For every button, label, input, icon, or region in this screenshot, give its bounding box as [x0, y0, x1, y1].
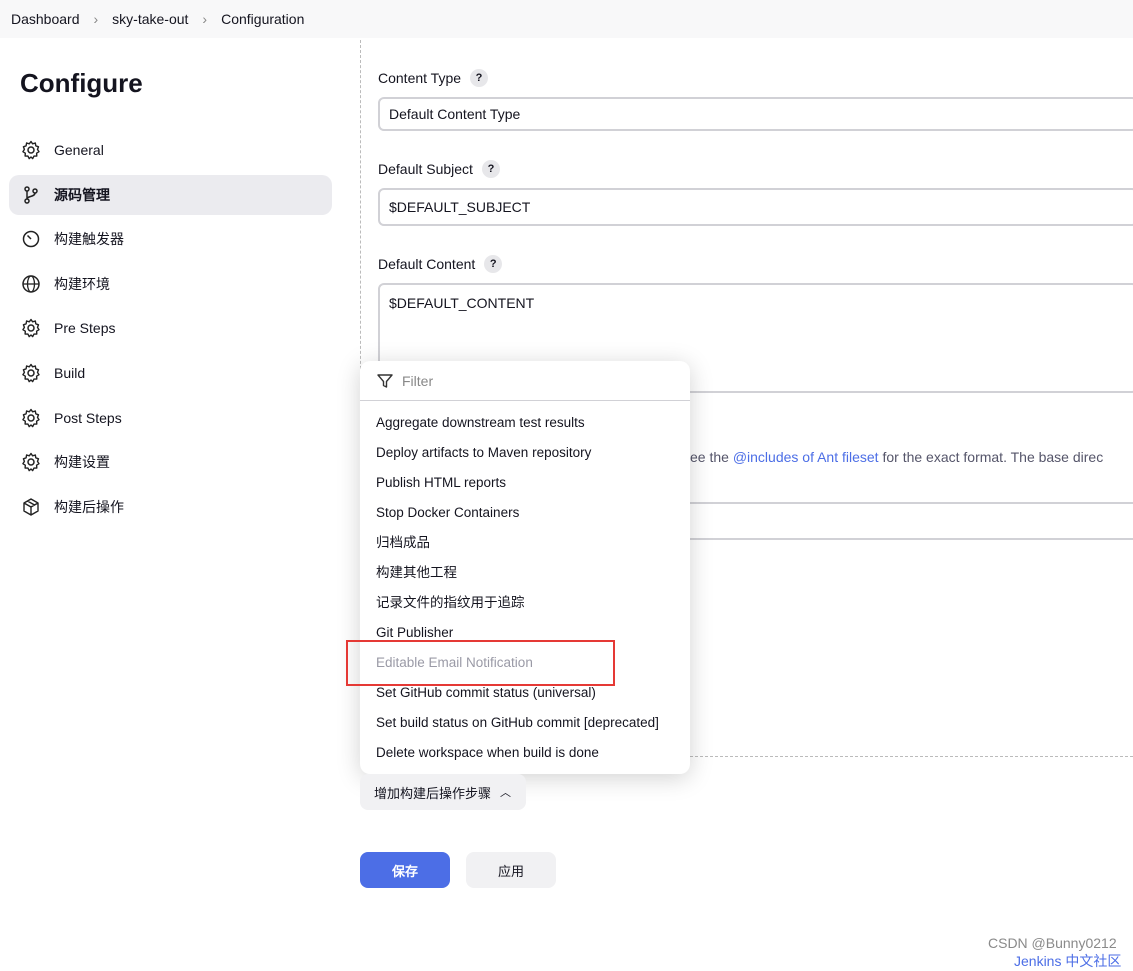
- branch-icon: [21, 185, 41, 205]
- label-text: Default Subject: [378, 161, 473, 177]
- help-icon[interactable]: ?: [484, 255, 503, 273]
- gear-icon: [21, 363, 41, 383]
- add-post-build-step-button[interactable]: 增加构建后操作步骤 ︿: [360, 774, 526, 810]
- sidebar-item-8[interactable]: 构建后操作: [9, 487, 332, 527]
- sidebar-item-label: 源码管理: [54, 186, 110, 203]
- save-button[interactable]: 保存: [360, 852, 450, 888]
- filter-icon: [377, 373, 393, 388]
- sidebar-item-label: 构建设置: [54, 454, 110, 471]
- help-icon[interactable]: ?: [470, 69, 489, 87]
- breadcrumb-project[interactable]: sky-take-out: [112, 11, 188, 27]
- input-value: $DEFAULT_SUBJECT: [389, 199, 531, 215]
- watermark: CSDN @Bunny0212: [988, 935, 1117, 951]
- sidebar-item-label: 构建后操作: [54, 498, 124, 515]
- sidebar-item-5[interactable]: Build: [9, 353, 332, 393]
- globe-icon: [21, 274, 41, 294]
- sidebar-item-label: General: [54, 142, 104, 158]
- menu-item[interactable]: Aggregate downstream test results: [360, 408, 690, 438]
- sidebar-item-label: 构建触发器: [54, 231, 124, 248]
- label-text: Content Type: [378, 70, 462, 86]
- content-type-label: Content Type?: [378, 69, 489, 87]
- breadcrumb-dashboard[interactable]: Dashboard: [11, 11, 80, 27]
- ant-fileset-link[interactable]: @includes of Ant fileset: [733, 449, 879, 465]
- select-value: Default Content Type: [389, 106, 521, 122]
- sidebar-item-7[interactable]: 构建设置: [9, 442, 332, 482]
- menu-item[interactable]: 构建其他工程: [360, 558, 690, 588]
- button-label: 增加构建后操作步骤: [374, 785, 492, 801]
- sidebar-item-6[interactable]: Post Steps: [9, 398, 332, 438]
- apply-button[interactable]: 应用: [466, 852, 556, 888]
- menu-item[interactable]: Set build status on GitHub commit [depre…: [360, 708, 690, 738]
- gear-icon: [21, 140, 41, 160]
- menu-item[interactable]: Publish HTML reports: [360, 468, 690, 498]
- chevron-right-icon: ›: [202, 11, 208, 27]
- sidebar-item-1[interactable]: 源码管理: [9, 174, 332, 215]
- sidebar-item-3[interactable]: 构建环境: [9, 264, 332, 304]
- help-text-post: for the exact format. The base direc: [878, 449, 1104, 465]
- highlight-box: [346, 640, 615, 686]
- menu-item[interactable]: Delete workspace when build is done: [360, 738, 690, 768]
- sidebar-item-label: Post Steps: [54, 409, 122, 426]
- chevron-right-icon: ›: [93, 11, 99, 27]
- jenkins-community-link[interactable]: Jenkins 中文社区: [1014, 951, 1121, 971]
- menu-item[interactable]: 记录文件的指纹用于追踪: [360, 588, 690, 618]
- textarea-value: $DEFAULT_CONTENT: [389, 295, 535, 311]
- sidebar-item-2[interactable]: 构建触发器: [9, 219, 332, 259]
- help-text-pre: ee the: [690, 449, 733, 465]
- default-subject-label: Default Subject?: [378, 160, 500, 178]
- menu-item[interactable]: Deploy artifacts to Maven repository: [360, 438, 690, 468]
- text-input[interactable]: [680, 502, 1133, 540]
- section-divider: [690, 756, 1133, 757]
- label-text: Default Content: [378, 256, 476, 272]
- chevron-up-icon: ︿: [500, 787, 512, 799]
- gear-icon: [21, 318, 41, 338]
- sidebar-item-label: 构建环境: [54, 275, 110, 292]
- gear-icon: [21, 452, 41, 472]
- filter-input[interactable]: Filter: [360, 361, 690, 401]
- sidebar-item-label: Build: [54, 364, 86, 381]
- default-content-label: Default Content?: [378, 255, 503, 273]
- help-icon[interactable]: ?: [481, 160, 500, 178]
- post-build-dropdown-menu: Filter Aggregate downstream test results…: [360, 361, 690, 774]
- help-text: ee the @includes of Ant fileset for the …: [690, 449, 1103, 465]
- sidebar-item-0[interactable]: General: [9, 130, 332, 170]
- page-title: Configure: [20, 68, 143, 98]
- menu-item[interactable]: 归档成品: [360, 528, 690, 558]
- sidebar-item-label: Pre Steps: [54, 320, 116, 337]
- content-type-select[interactable]: Default Content Type: [378, 97, 1133, 131]
- timer-icon: [21, 229, 41, 249]
- filter-placeholder: Filter: [402, 372, 434, 389]
- package-icon: [21, 497, 41, 517]
- sidebar-item-4[interactable]: Pre Steps: [9, 308, 332, 348]
- menu-item[interactable]: Stop Docker Containers: [360, 498, 690, 528]
- sidebar: General 源码管理构建触发器构建环境 Pre Steps Build Post S…: [9, 130, 332, 531]
- gear-icon: [21, 408, 41, 428]
- breadcrumb: Dashboard › sky-take-out › Configuration: [0, 0, 1133, 38]
- breadcrumb-configuration[interactable]: Configuration: [221, 11, 304, 27]
- default-subject-input[interactable]: $DEFAULT_SUBJECT: [378, 188, 1133, 226]
